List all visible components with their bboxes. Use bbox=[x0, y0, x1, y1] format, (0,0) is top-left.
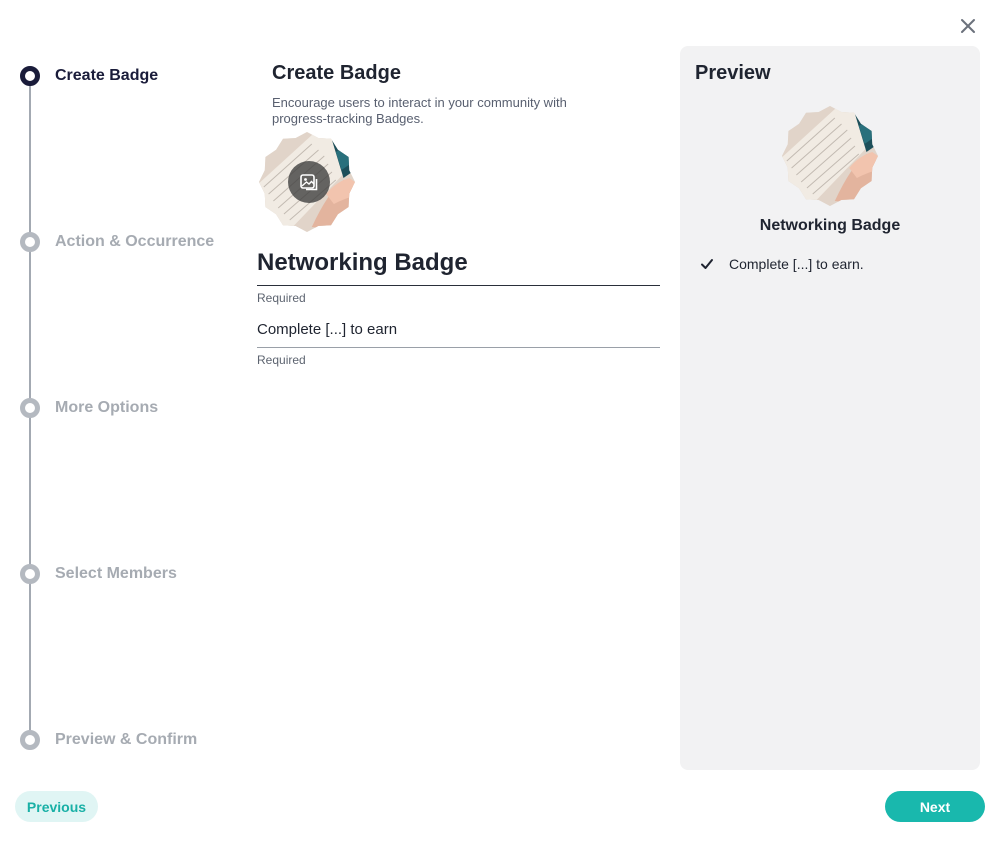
preview-title: Preview bbox=[695, 62, 771, 84]
step-select-members[interactable]: Select Members bbox=[20, 562, 177, 586]
step-more-options[interactable]: More Options bbox=[20, 396, 158, 420]
step-action-occurrence[interactable]: Action & Occurrence bbox=[20, 230, 214, 254]
step-indicator-icon bbox=[20, 564, 40, 584]
previous-button[interactable]: Previous bbox=[15, 791, 98, 822]
step-create-badge[interactable]: Create Badge bbox=[20, 64, 158, 88]
next-button[interactable]: Next bbox=[885, 791, 985, 822]
step-indicator-icon bbox=[20, 66, 40, 86]
preview-badge-image bbox=[782, 106, 878, 206]
step-label: More Options bbox=[55, 399, 159, 416]
form-description: Encourage users to interact in your comm… bbox=[272, 95, 567, 126]
preview-badge-name: Networking Badge bbox=[759, 217, 901, 234]
preview-requirement-item: Complete [...] to earn. bbox=[700, 256, 864, 272]
preview-panel: Preview Networking Badge Complete [...] … bbox=[680, 46, 980, 770]
step-indicator-icon bbox=[20, 730, 40, 750]
badge-description-helper: Required bbox=[257, 353, 306, 367]
preview-requirement-text: Complete [...] to earn. bbox=[729, 256, 864, 272]
step-indicator-icon bbox=[20, 398, 40, 418]
step-label: Preview & Confirm bbox=[55, 731, 198, 748]
step-label: Select Members bbox=[55, 565, 177, 582]
image-upload-icon bbox=[300, 174, 318, 191]
checkmark-icon bbox=[700, 257, 714, 271]
stepper: Create Badge Action & Occurrence More Op… bbox=[0, 0, 250, 780]
upload-image-button[interactable] bbox=[288, 161, 330, 203]
step-label: Create Badge bbox=[55, 67, 159, 84]
step-label: Action & Occurrence bbox=[55, 233, 215, 250]
badge-description-input[interactable] bbox=[257, 312, 660, 348]
badge-image-upload[interactable] bbox=[259, 132, 355, 232]
badge-name-helper: Required bbox=[257, 291, 306, 305]
close-icon bbox=[961, 19, 975, 33]
step-indicator-icon bbox=[20, 232, 40, 252]
form-title: Create Badge bbox=[272, 62, 401, 84]
badge-name-input[interactable] bbox=[257, 240, 660, 286]
step-preview-confirm[interactable]: Preview & Confirm bbox=[20, 728, 197, 752]
close-button[interactable] bbox=[956, 14, 980, 38]
